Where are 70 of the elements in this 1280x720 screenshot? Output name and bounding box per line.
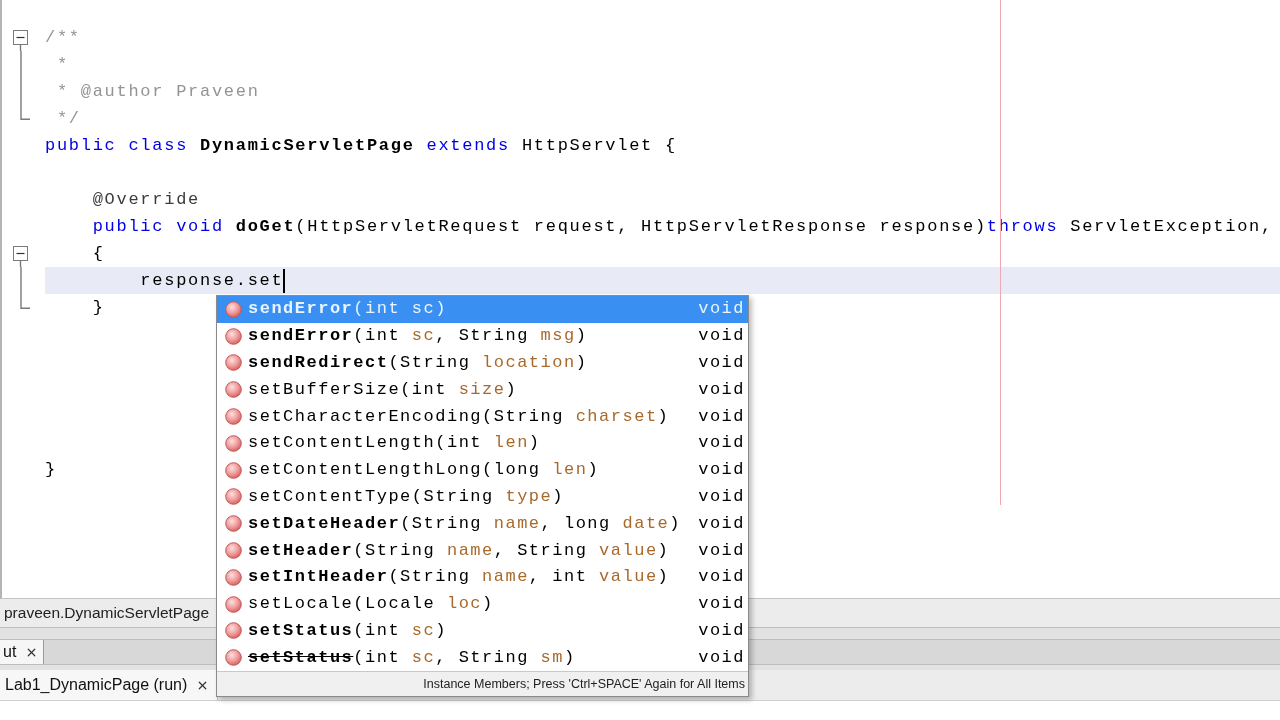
method-signature: setIntHeader(String name, int value) — [248, 566, 670, 589]
dot-icon — [225, 354, 242, 372]
return-type: void — [698, 378, 745, 401]
completion-item[interactable]: setStatus(int sc) void — [217, 617, 748, 645]
code-line: * @author Praveen — [55, 81, 260, 103]
dot-icon — [225, 568, 242, 586]
return-type: void — [698, 593, 745, 616]
method-signature: setStatus(int sc) — [248, 619, 447, 642]
dot-icon — [225, 434, 242, 452]
method-signature: setContentType(String type) — [248, 485, 564, 508]
dot-icon — [225, 327, 242, 345]
completion-item[interactable]: sendRedirect(String location) void — [217, 349, 748, 377]
return-type: void — [698, 512, 745, 535]
method-signature: setHeader(String name, String value) — [248, 539, 670, 562]
code-line: response.set — [139, 270, 284, 292]
completion-item[interactable]: setIntHeader(String name, int value) void — [217, 563, 748, 591]
code-line: @Override — [91, 189, 200, 211]
completion-item[interactable]: setCharacterEncoding(String charset) void — [217, 403, 748, 430]
return-type: void — [698, 459, 745, 482]
completion-item[interactable]: sendError(int sc, String msg) void — [217, 322, 748, 350]
dot-icon — [225, 649, 242, 667]
completion-item[interactable]: setHeader(String name, String value) void — [217, 537, 748, 564]
method-signature: setContentLength(int len) — [248, 432, 541, 455]
completion-item[interactable]: setStatus(int sc, String sm) void — [217, 644, 748, 672]
dot-icon — [225, 461, 242, 479]
return-type: void — [698, 646, 745, 669]
code-line: } — [91, 297, 105, 319]
return-type: void — [698, 325, 745, 348]
method-signature: setCharacterEncoding(String charset) — [248, 405, 670, 428]
output-tab[interactable]: Lab1_DynamicPage (run) — [0, 670, 219, 700]
method-signature: setContentLengthLong(long len) — [248, 459, 600, 482]
method-signature: setDateHeader(String name, long date) — [248, 512, 681, 535]
method-signature: sendError(int sc) — [248, 298, 447, 321]
panel-tab[interactable]: ut — [0, 640, 45, 664]
dot-icon — [225, 408, 242, 426]
dot-icon — [225, 595, 242, 613]
return-type: void — [698, 432, 745, 455]
method-signature: setBufferSize(int size) — [248, 378, 518, 401]
completion-item[interactable]: setDateHeader(String name, long date) void — [217, 510, 748, 538]
return-type: void — [698, 566, 745, 589]
completion-item[interactable]: setContentType(String type) void — [217, 483, 748, 511]
return-type: void — [698, 405, 745, 428]
code-line: * — [55, 54, 69, 76]
return-type: void — [698, 619, 745, 642]
completion-item[interactable]: setContentLengthLong(long len) void — [217, 456, 748, 484]
dot-icon — [225, 381, 242, 399]
code-line: public class DynamicServletPage extends HttpServlet { — [45, 135, 677, 157]
dot-icon — [225, 622, 242, 640]
return-type: void — [698, 352, 745, 374]
dot-icon — [225, 300, 242, 318]
method-signature: sendRedirect(String location) — [248, 352, 588, 374]
return-type: void — [698, 298, 745, 321]
code-line: { — [91, 243, 105, 265]
return-type: void — [698, 485, 745, 508]
code-line: } — [45, 459, 57, 481]
dot-icon — [225, 488, 242, 506]
text-caret — [283, 268, 286, 293]
method-signature: setStatus(int sc, String sm) — [248, 646, 576, 669]
code-line: */ — [55, 108, 81, 130]
dot-icon — [225, 542, 242, 560]
method-signature: setLocale(Locale loc) — [248, 593, 494, 616]
return-type: void — [698, 539, 745, 562]
completion-item[interactable]: setContentLength(int len) void — [217, 430, 748, 457]
completion-item[interactable]: setLocale(Locale loc) void — [217, 590, 748, 618]
class-path-text: praveen.DynamicServletPage — [4, 604, 210, 622]
dot-icon — [225, 515, 242, 533]
code-line: /** — [45, 27, 81, 49]
hint-text: Instance Members; Press 'Ctrl+SPACE' Again for All Items — [217, 671, 748, 697]
method-signature: sendError(int sc, String msg) — [248, 325, 588, 348]
completion-item[interactable]: setBufferSize(int size) void — [217, 376, 748, 404]
